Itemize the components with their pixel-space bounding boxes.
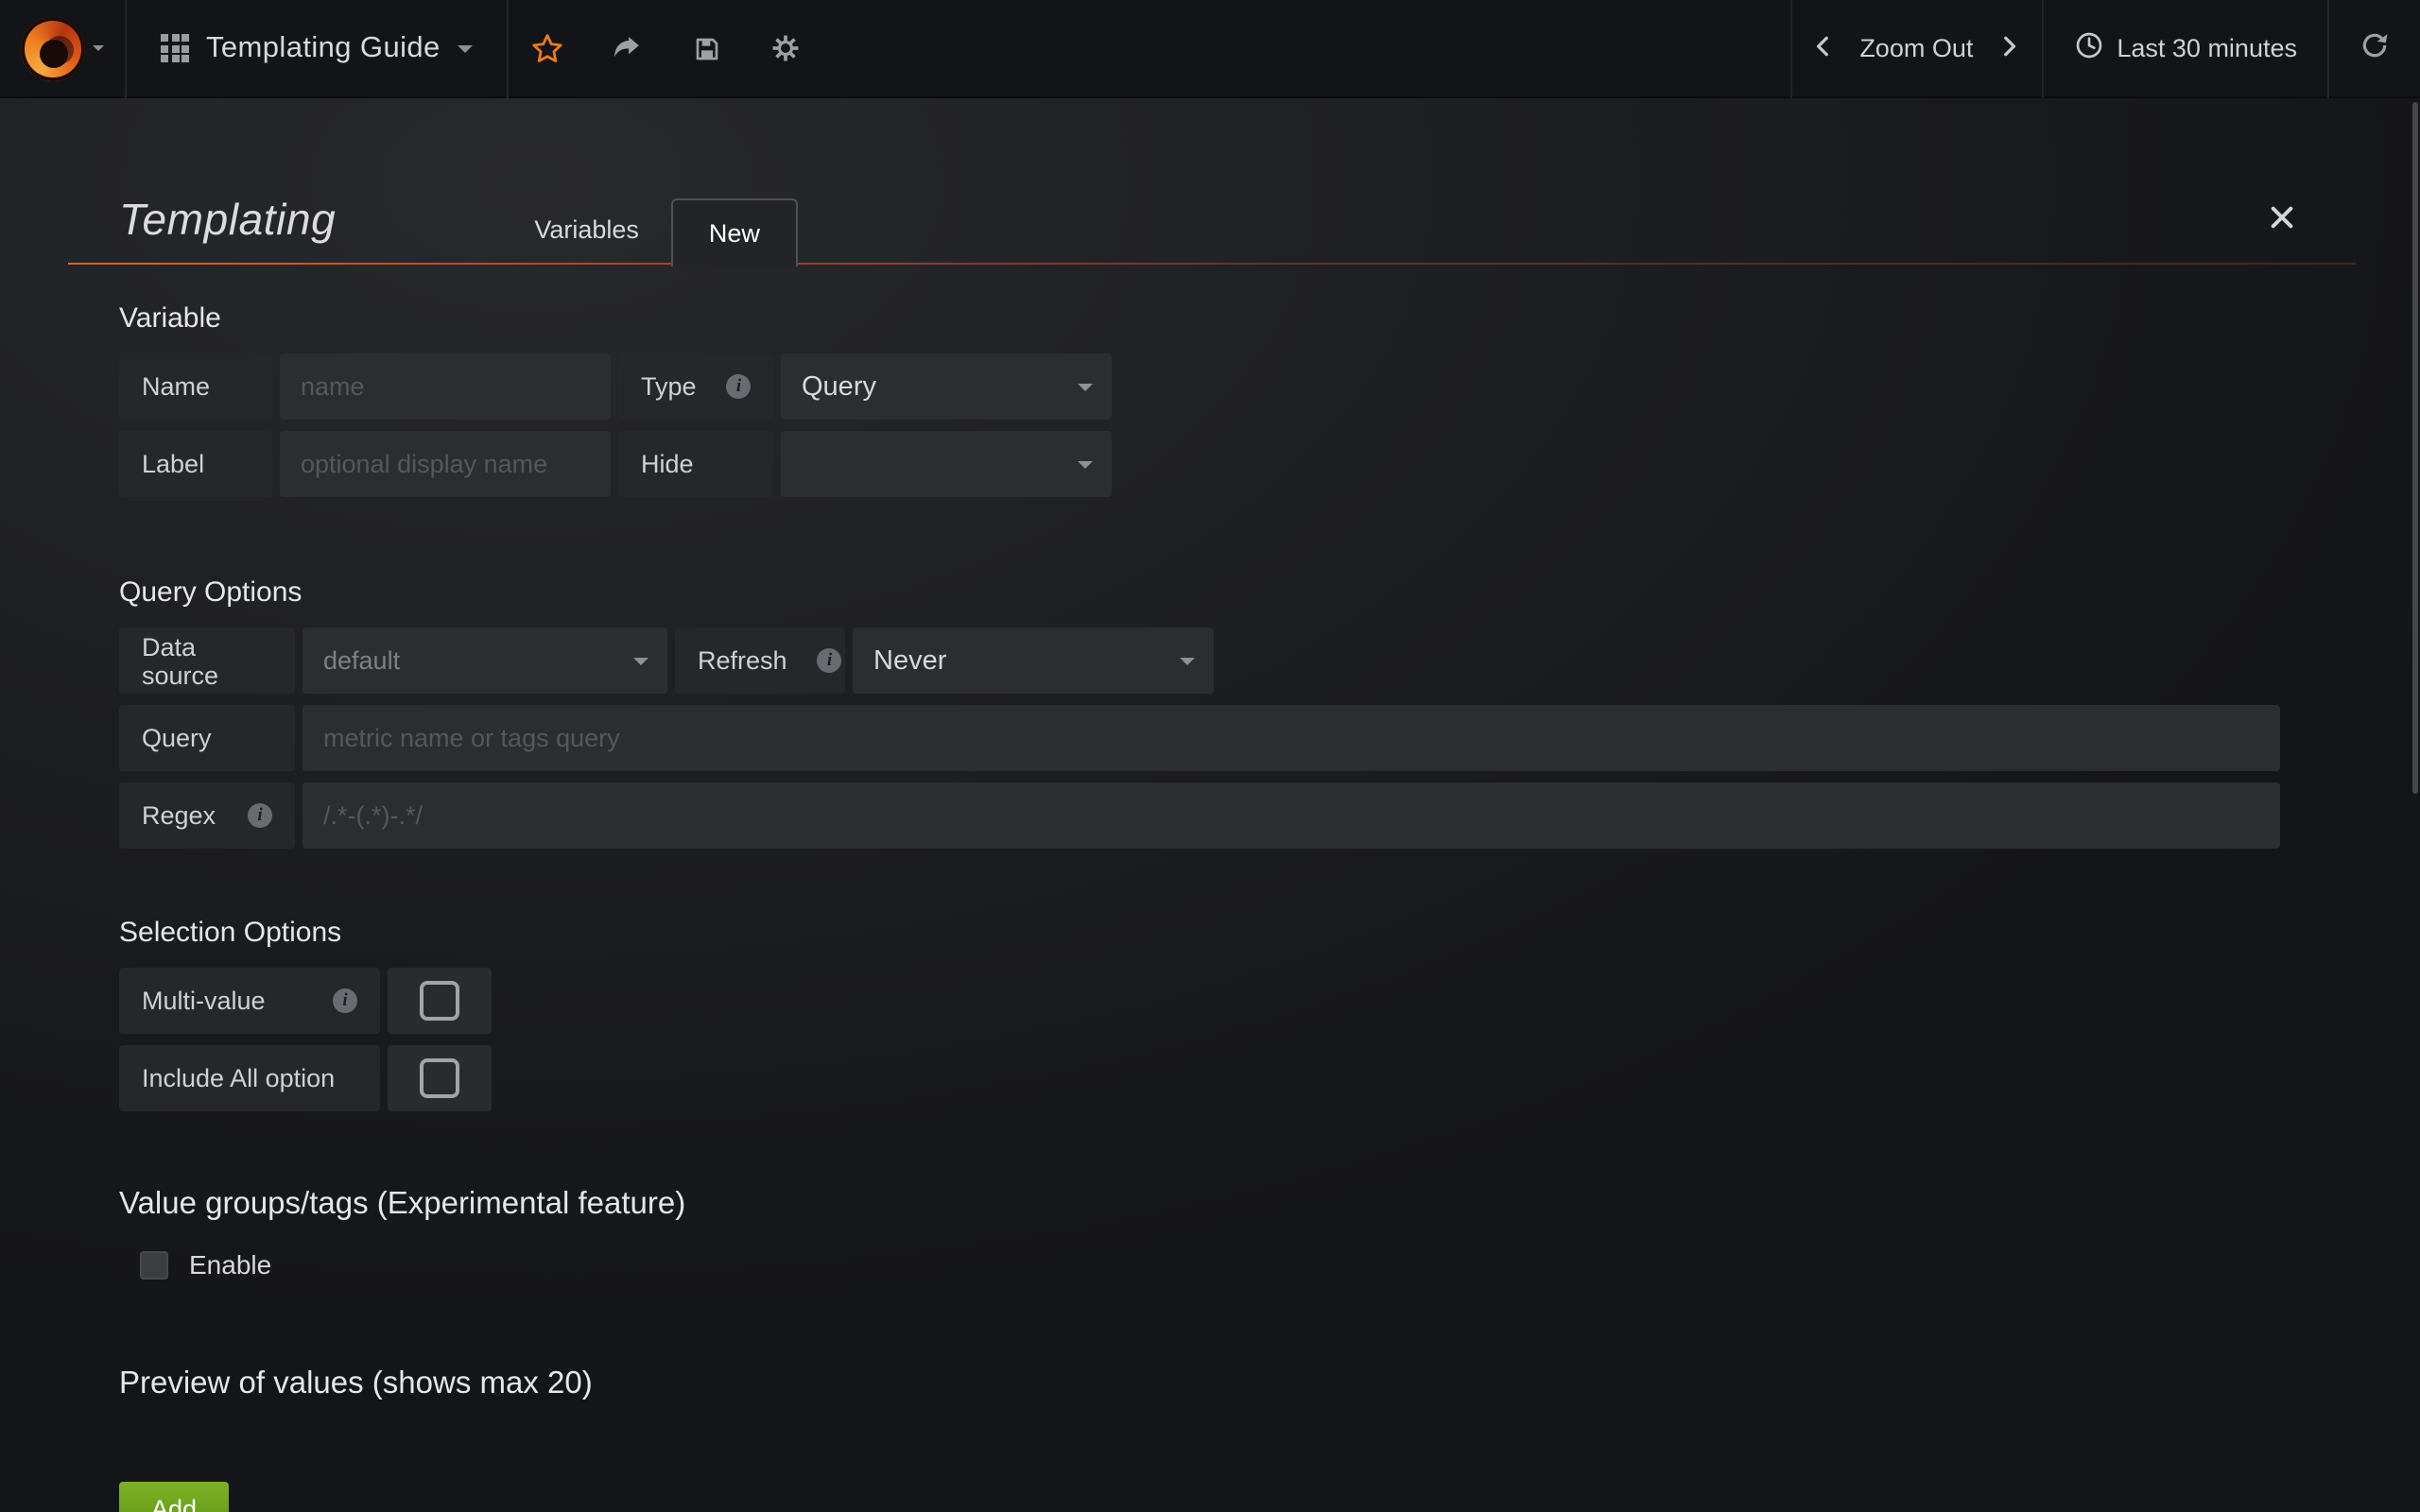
- share-icon: [612, 32, 644, 64]
- refresh-select-caret-icon: [1180, 657, 1195, 664]
- type-label-text: Type: [641, 372, 697, 401]
- zoom-out-label: Zoom Out: [1859, 34, 1973, 62]
- top-navbar: Templating Guide: [0, 0, 2420, 98]
- include-all-checkbox-panel: [388, 1045, 492, 1111]
- preview-section-heading: Preview of values (shows max 20): [119, 1366, 2356, 1402]
- scrollbar-thumb[interactable]: [2412, 102, 2418, 794]
- multi-value-label: Multi-value: [119, 968, 380, 1034]
- refresh-info-icon[interactable]: [818, 648, 842, 673]
- multi-value-row: Multi-value: [119, 968, 2356, 1034]
- editor-content: Variable Name Type Query Label Hide: [68, 302, 2356, 1512]
- dashboard-picker-button[interactable]: Templating Guide: [127, 0, 507, 97]
- hide-label: Hide: [618, 431, 773, 497]
- multi-value-checkbox-panel: [388, 968, 492, 1034]
- multi-value-label-text: Multi-value: [142, 987, 266, 1015]
- time-shift-left-button[interactable]: [1791, 0, 1856, 97]
- dashboard-title: Templating Guide: [206, 31, 441, 65]
- dashboard-settings-button[interactable]: [747, 0, 826, 97]
- type-select-caret-icon: [1078, 383, 1093, 390]
- type-label: Type: [618, 353, 773, 420]
- regex-info-icon[interactable]: [248, 803, 272, 828]
- type-info-icon[interactable]: [727, 374, 752, 399]
- variable-name-row: Name Type Query: [119, 353, 2356, 420]
- chevron-right-icon: [1996, 33, 2021, 63]
- add-button[interactable]: Add: [119, 1482, 229, 1512]
- time-shift-right-button[interactable]: [1977, 0, 2041, 97]
- org-menu-button[interactable]: [0, 0, 125, 97]
- regex-label: Regex: [119, 782, 295, 849]
- label-label: Label: [119, 431, 272, 497]
- regex-input[interactable]: [302, 782, 2280, 849]
- query-options-section-heading: Query Options: [119, 576, 2356, 609]
- tab-new[interactable]: New: [671, 198, 798, 266]
- enable-row: Enable: [140, 1249, 2356, 1280]
- hide-select[interactable]: [781, 431, 1112, 497]
- include-all-label: Include All option: [119, 1045, 380, 1111]
- star-icon: [532, 32, 564, 64]
- chevron-left-icon: [1811, 33, 1836, 63]
- star-dashboard-button[interactable]: [509, 0, 588, 97]
- close-icon: [2269, 208, 2295, 236]
- data-source-select-caret-icon: [633, 657, 648, 664]
- multi-value-checkbox[interactable]: [420, 981, 459, 1021]
- data-source-select[interactable]: default: [302, 627, 667, 694]
- editor-header: Templating Variables New: [68, 98, 2356, 265]
- grafana-app: Templating Guide: [0, 0, 2420, 1512]
- value-groups-section-heading: Value groups/tags (Experimental feature): [119, 1187, 2356, 1223]
- regex-row: Regex: [119, 782, 2356, 849]
- query-row: Query: [119, 705, 2356, 771]
- clock-icon: [2073, 30, 2103, 66]
- org-menu-caret-icon: [93, 45, 104, 51]
- zoom-out-button[interactable]: Zoom Out: [1856, 0, 1977, 97]
- close-editor-button[interactable]: [2265, 200, 2299, 240]
- editor-title: Templating: [68, 195, 336, 265]
- query-label: Query: [119, 705, 295, 771]
- refresh-dashboard-button[interactable]: [2329, 0, 2420, 97]
- enable-label: Enable: [189, 1249, 271, 1280]
- grafana-logo-icon: [21, 16, 85, 80]
- tab-underline: [68, 263, 2356, 265]
- refresh-select-value: Never: [873, 645, 946, 676]
- variable-section-heading: Variable: [119, 302, 2356, 335]
- query-input[interactable]: [302, 705, 2280, 771]
- type-select[interactable]: Query: [781, 353, 1112, 420]
- gear-icon: [770, 32, 803, 64]
- time-range-picker-button[interactable]: Last 30 minutes: [2043, 0, 2327, 97]
- enable-checkbox[interactable]: [140, 1250, 168, 1279]
- refresh-icon: [2360, 30, 2390, 66]
- refresh-select[interactable]: Never: [853, 627, 1214, 694]
- dashboard-caret-icon: [458, 44, 473, 52]
- include-all-row: Include All option: [119, 1045, 2356, 1111]
- navbar-right-controls: Zoom Out Last 30 minutes: [1789, 0, 2420, 97]
- name-label: Name: [119, 353, 272, 420]
- include-all-checkbox[interactable]: [420, 1058, 459, 1098]
- refresh-label-text: Refresh: [698, 646, 787, 675]
- selection-options-section-heading: Selection Options: [119, 917, 2356, 949]
- share-dashboard-button[interactable]: [588, 0, 667, 97]
- templating-editor: Templating Variables New Variable Name: [68, 98, 2356, 1512]
- refresh-label: Refresh: [675, 627, 845, 694]
- save-dashboard-button[interactable]: [667, 0, 747, 97]
- type-select-value: Query: [802, 371, 876, 402]
- data-source-select-value: default: [323, 646, 400, 675]
- datasource-row: Data source default Refresh Never: [119, 627, 2356, 694]
- data-source-label: Data source: [119, 627, 295, 694]
- label-input[interactable]: [280, 431, 611, 497]
- variable-label-row: Label Hide: [119, 431, 2356, 497]
- multi-value-info-icon[interactable]: [333, 988, 357, 1013]
- time-range-label: Last 30 minutes: [2117, 34, 2297, 62]
- tab-variables[interactable]: Variables: [502, 195, 671, 265]
- name-input[interactable]: [280, 353, 611, 420]
- save-icon: [692, 33, 722, 63]
- hide-select-caret-icon: [1078, 460, 1093, 468]
- dashboard-grid-icon: [161, 34, 189, 62]
- regex-label-text: Regex: [142, 801, 216, 830]
